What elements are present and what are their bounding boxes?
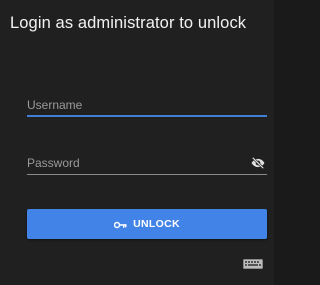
keyboard-icon[interactable]	[243, 256, 263, 269]
username-underline	[27, 115, 267, 117]
key-icon	[113, 217, 127, 232]
password-underline	[27, 174, 267, 175]
username-field-container	[27, 96, 267, 117]
dialog-title: Login as administrator to unlock	[10, 14, 247, 32]
password-field-container	[27, 154, 267, 175]
unlock-dialog: Login as administrator to unlock Usernam…	[0, 0, 274, 285]
eye-off-icon[interactable]	[251, 156, 265, 170]
unlock-button[interactable]: UNLOCK	[27, 209, 267, 239]
username-input[interactable]	[27, 96, 267, 114]
unlock-button-label: UNLOCK	[133, 218, 180, 230]
password-input[interactable]	[27, 154, 237, 172]
